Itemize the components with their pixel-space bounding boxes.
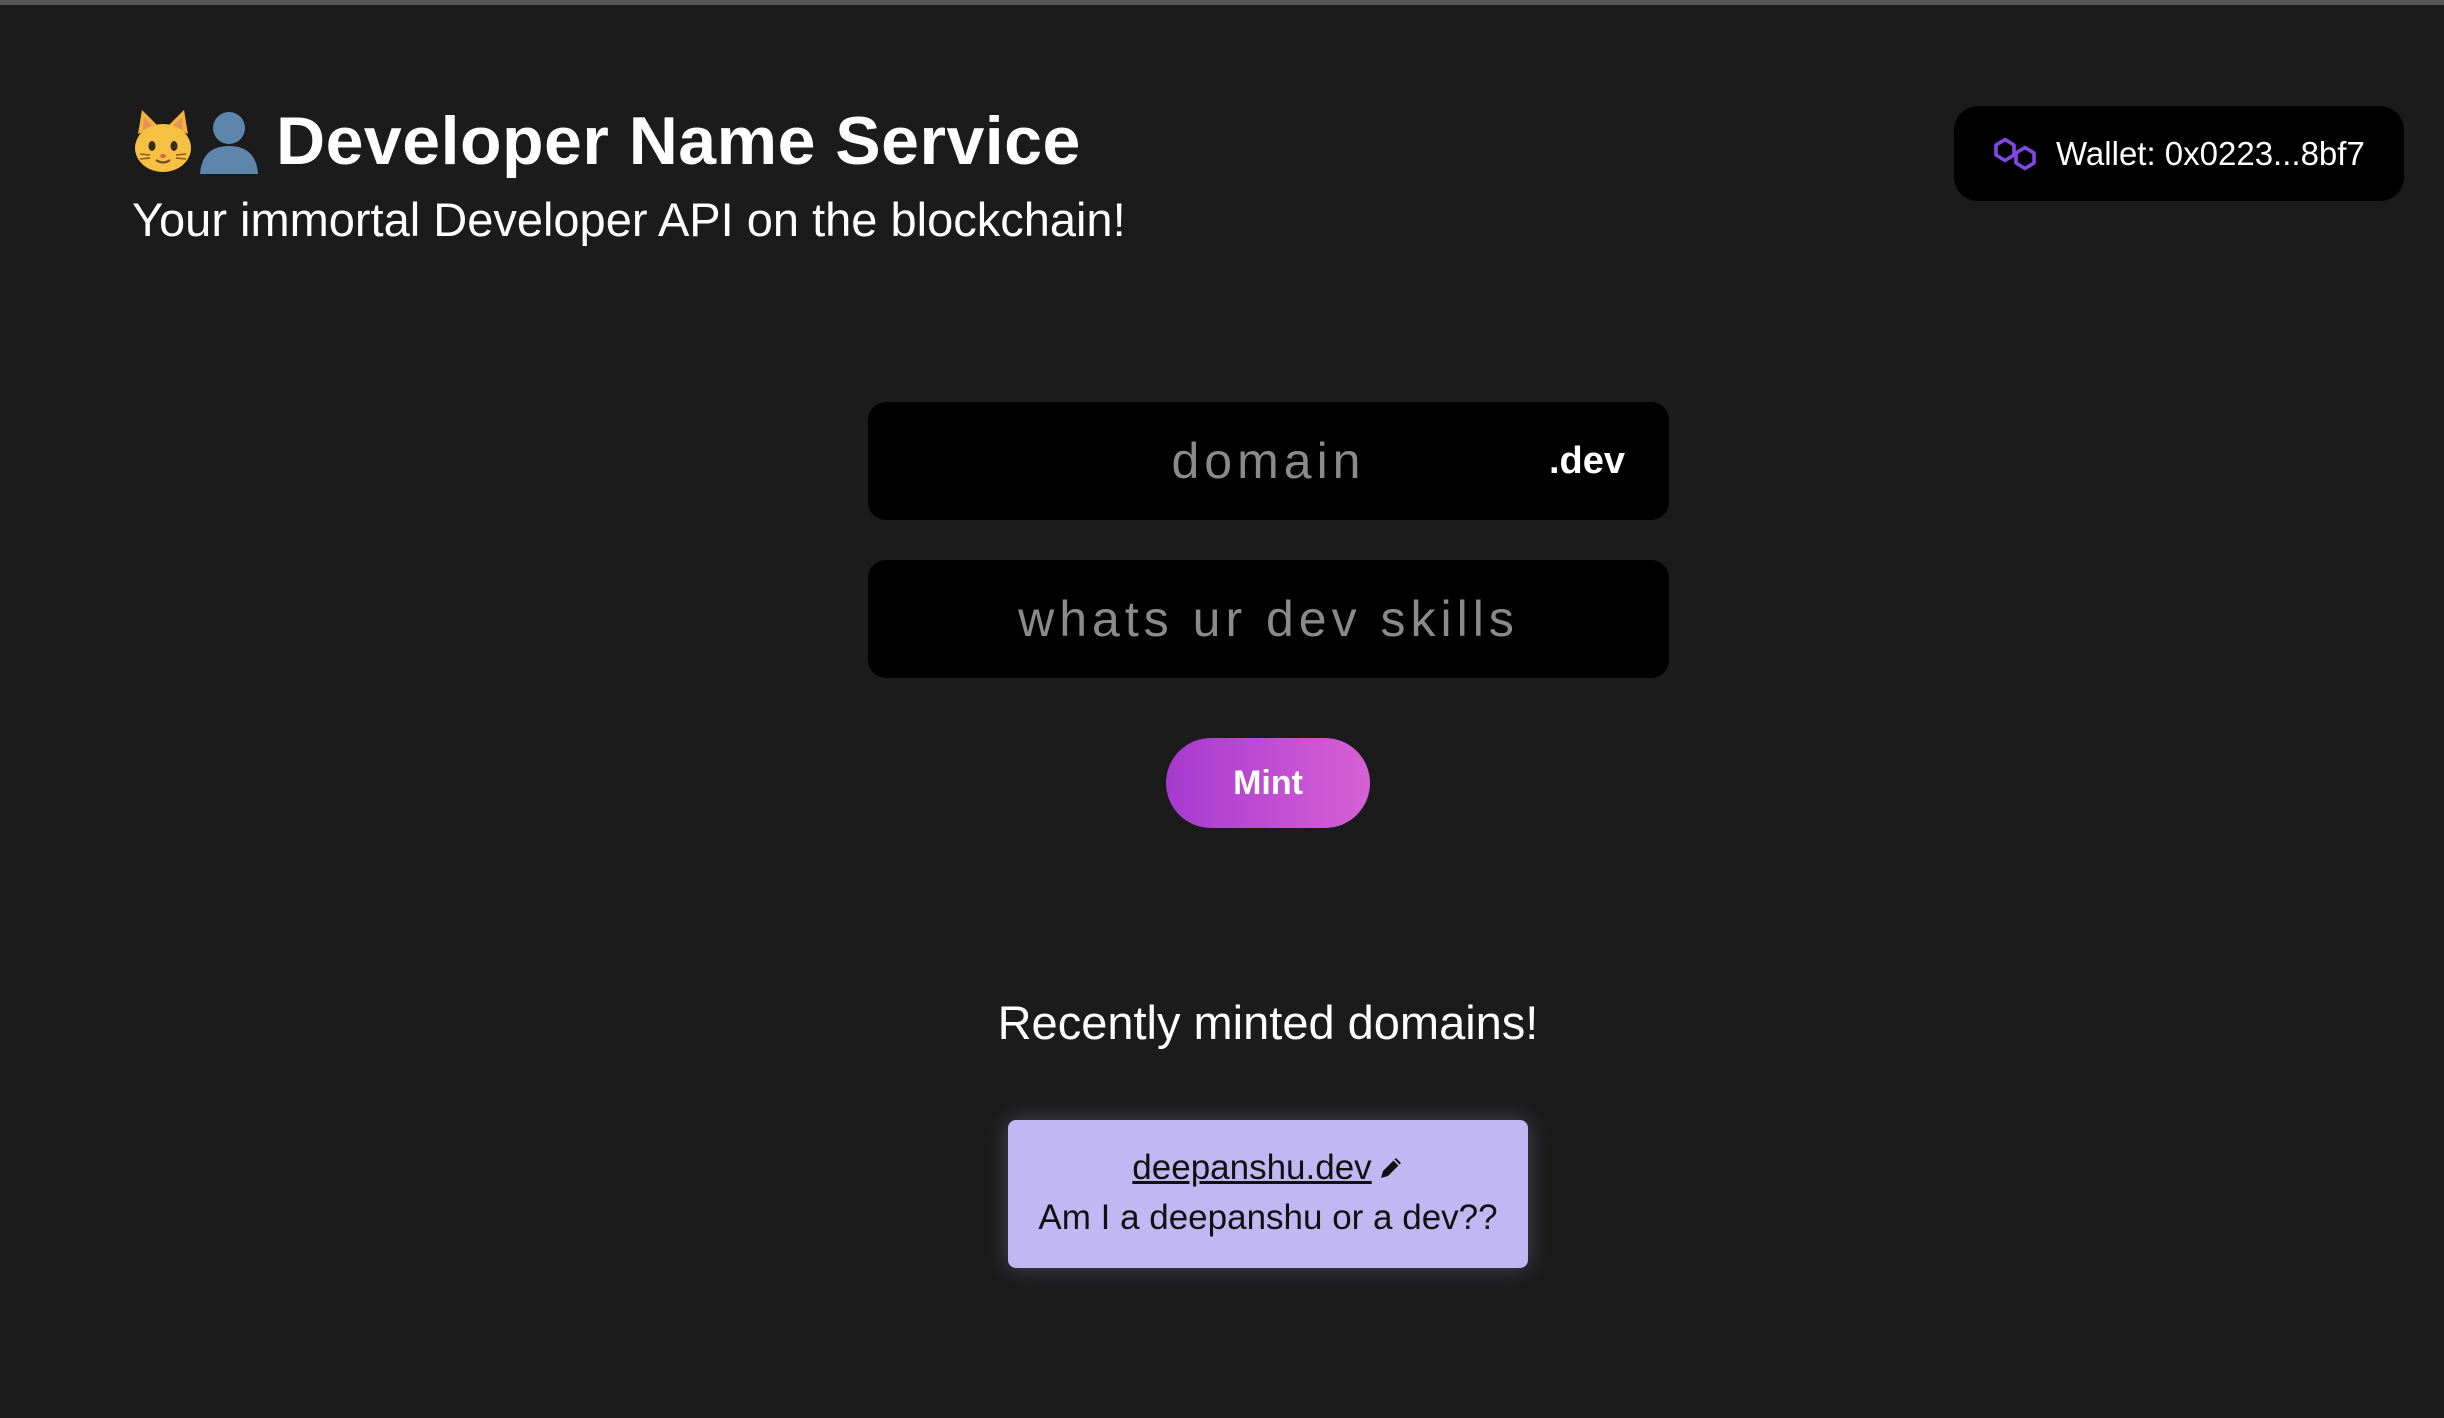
polygon-icon bbox=[1994, 137, 2036, 170]
tld-suffix: .dev bbox=[1548, 439, 1625, 482]
mint-button[interactable]: Mint bbox=[1166, 738, 1370, 828]
skills-input[interactable] bbox=[868, 560, 1669, 678]
pencil-icon[interactable] bbox=[1378, 1155, 1404, 1181]
page-header: Developer Name Service Your immortal Dev… bbox=[132, 100, 1126, 247]
page-subtitle: Your immortal Developer API on the block… bbox=[132, 193, 1126, 246]
title-emoji-group bbox=[132, 106, 264, 176]
domain-description: Am I a deepanshu or a dev?? bbox=[1038, 1198, 1498, 1237]
skills-field bbox=[868, 560, 1669, 678]
domain-card: deepanshu.dev Am I a deepanshu or a dev?… bbox=[1008, 1120, 1528, 1268]
wallet-address: Wallet: 0x0223...8bf7 bbox=[2056, 134, 2365, 172]
wallet-badge[interactable]: Wallet: 0x0223...8bf7 bbox=[1954, 106, 2404, 201]
title-row: Developer Name Service bbox=[132, 100, 1126, 182]
user-silhouette-icon bbox=[200, 112, 258, 174]
recent-domains-title: Recently minted domains! bbox=[997, 996, 1539, 1049]
window-top-border bbox=[0, 0, 2444, 5]
cat-face-icon bbox=[135, 110, 191, 172]
domain-link[interactable]: deepanshu.dev bbox=[1132, 1148, 1371, 1188]
domain-card-link-row: deepanshu.dev bbox=[1008, 1146, 1528, 1190]
domain-field: .dev bbox=[868, 402, 1669, 520]
page-title: Developer Name Service bbox=[276, 103, 1081, 179]
